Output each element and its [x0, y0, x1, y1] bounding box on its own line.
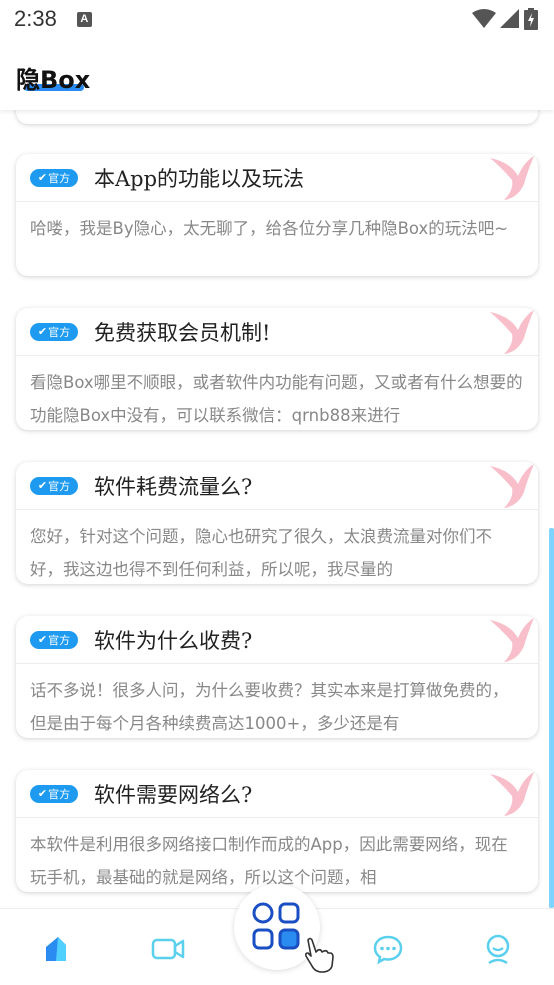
swallow-decoration-icon	[490, 618, 534, 662]
card-title: 免费获取会员机制!	[94, 320, 271, 345]
list-item[interactable]: ✔ 官方 软件耗费流量么? 您好，针对这个问题，隐心也研究了很久，太浪费流量对你们…	[16, 462, 538, 584]
card-body: 哈喽，我是By隐心，太无聊了，给各位分享几种隐Box的玩法吧~	[30, 219, 509, 238]
check-icon: ✔	[37, 479, 48, 492]
chat-icon	[373, 935, 403, 964]
swallow-decoration-icon	[490, 156, 534, 200]
card-body: 看隐Box哪里不顺眼，或者软件内功能有问题，又或者有什么想要的功能隐Box中没有…	[30, 373, 523, 425]
card-header: ✔ 官方 本App的功能以及玩法	[16, 154, 538, 202]
card-body: 您好，针对这个问题，隐心也研究了很久，太浪费流量对你们不好，我这边也得不到任何利…	[30, 527, 492, 579]
list-item[interactable]: ✔ 官方 软件为什么收费? 话不多说！很多人问，为什么要收费？其实本来是打算做免费…	[16, 616, 538, 738]
check-icon: ✔	[37, 325, 48, 338]
signal-icon	[500, 9, 519, 28]
official-badge: ✔ 官方	[30, 476, 78, 495]
video-icon	[151, 938, 185, 960]
swallow-decoration-icon	[490, 464, 534, 508]
list-item[interactable]: ✔ 官方 本App的功能以及玩法 哈喽，我是By隐心，太无聊了，给各位分享几种隐B…	[16, 154, 538, 276]
badge-label: 官方	[48, 787, 71, 801]
list-item[interactable]: ✔ 官方 软件需要网络么? 本软件是利用很多网络接口制作而成的App，因此需要网络…	[16, 770, 538, 892]
official-badge: ✔ 官方	[30, 630, 78, 649]
badge-label: 官方	[48, 479, 71, 493]
card-title: 软件为什么收费?	[94, 628, 253, 653]
scrollbar[interactable]	[549, 528, 554, 908]
official-badge: ✔ 官方	[30, 322, 78, 341]
card-header: ✔ 官方 软件耗费流量么?	[16, 462, 538, 510]
card-body: 话不多说！很多人问，为什么要收费？其实本来是打算做免费的，但是由于每个月各种续费…	[30, 681, 509, 733]
card-header: ✔ 官方 软件需要网络么?	[16, 770, 538, 818]
announcement-list[interactable]: ✔ 官方 本App的功能以及玩法 哈喽，我是By隐心，太无聊了，给各位分享几种隐B…	[0, 110, 554, 908]
check-icon: ✔	[37, 171, 48, 184]
wifi-icon	[472, 9, 496, 28]
official-badge: ✔ 官方	[30, 784, 78, 803]
swallow-decoration-icon	[490, 310, 534, 354]
official-badge: ✔ 官方	[30, 168, 78, 187]
nav-profile[interactable]	[478, 931, 518, 967]
badge-label: 官方	[48, 171, 71, 185]
battery-icon	[524, 8, 538, 30]
nav-video[interactable]	[148, 931, 188, 967]
hand-pointer-icon	[304, 937, 334, 973]
badge-label: 官方	[48, 325, 71, 339]
card-title: 本App的功能以及玩法	[94, 166, 305, 191]
card-title: 软件耗费流量么?	[94, 474, 253, 499]
status-time: 2:38	[14, 6, 57, 31]
nav-home[interactable]	[36, 931, 76, 967]
status-icons	[472, 8, 538, 30]
swallow-decoration-icon	[490, 772, 534, 816]
status-bar: 2:38 A	[0, 0, 554, 38]
nav-chat[interactable]	[368, 931, 408, 967]
notification-icon: A	[76, 11, 92, 27]
card-title: 软件需要网络么?	[94, 782, 253, 807]
page-title: 隐Box	[16, 66, 91, 94]
check-icon: ✔	[37, 787, 48, 800]
profile-icon	[486, 934, 510, 965]
check-icon: ✔	[37, 633, 48, 646]
card-body: 本软件是利用很多网络接口制作而成的App，因此需要网络，现在玩手机，最基础的就是…	[30, 835, 508, 887]
home-icon	[46, 937, 66, 961]
apps-grid-icon	[252, 902, 300, 950]
app-header: 隐Box	[0, 38, 554, 110]
card-header: ✔ 官方 免费获取会员机制!	[16, 308, 538, 356]
card-header: ✔ 官方 软件为什么收费?	[16, 616, 538, 664]
badge-label: 官方	[48, 633, 71, 647]
list-item-partial[interactable]	[16, 110, 538, 124]
list-item[interactable]: ✔ 官方 免费获取会员机制! 看隐Box哪里不顺眼，或者软件内功能有问题，又或者有…	[16, 308, 538, 430]
